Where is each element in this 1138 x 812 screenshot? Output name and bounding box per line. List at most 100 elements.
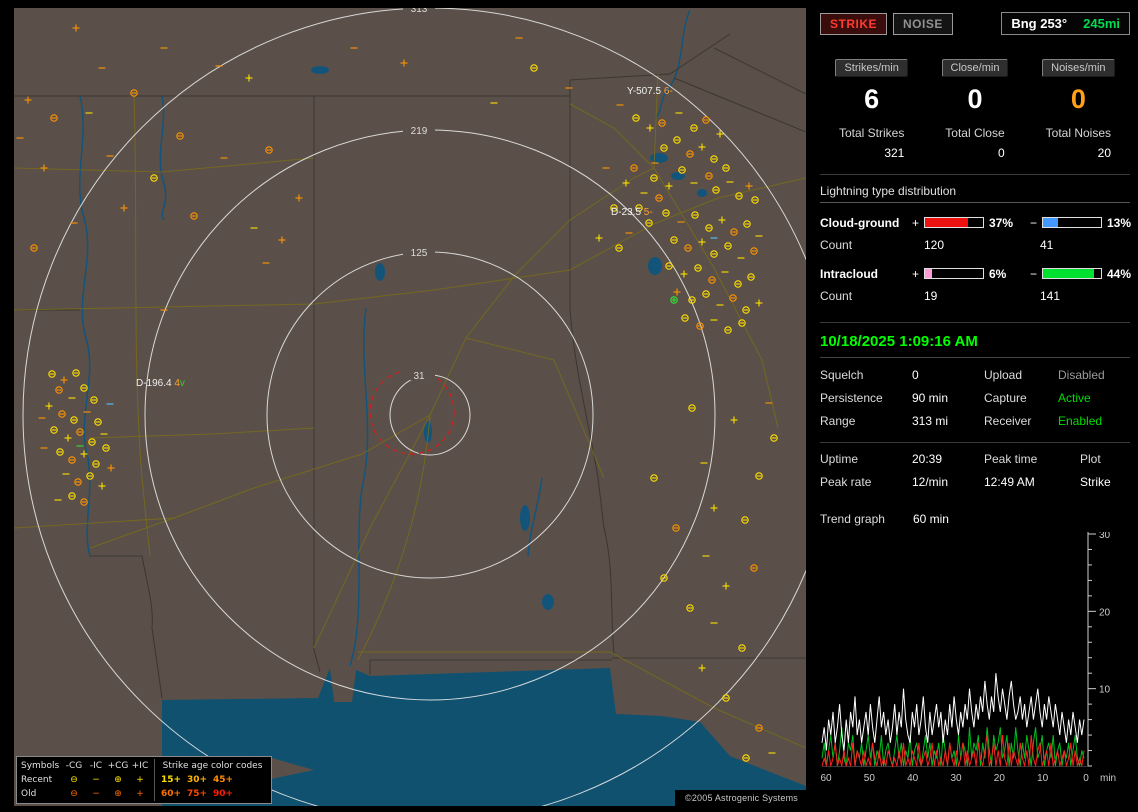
- legend-col-cg-neg: -CG: [65, 761, 83, 771]
- count-label: Count: [820, 289, 853, 303]
- plus-sign: +: [912, 266, 920, 281]
- total-strikes-value: 321: [884, 146, 905, 160]
- intracloud-label: Intracloud: [820, 266, 879, 281]
- intracloud-count-row: Count 19 141: [820, 284, 1130, 308]
- legend-strike-symbol: −: [92, 789, 100, 799]
- age-color-code: 45+: [212, 775, 234, 785]
- persistence-value: 90 min: [912, 391, 949, 405]
- range-ring-label: 31: [413, 371, 425, 382]
- trend-x-tick: 10: [1037, 773, 1049, 784]
- cg-positive-count: 120: [924, 238, 945, 252]
- upload-value: Disabled: [1058, 368, 1105, 382]
- noises-per-min-value: 0: [1070, 84, 1086, 114]
- legend-col-cg-pos: +CG: [107, 761, 129, 771]
- age-color-code: 75+: [186, 789, 208, 799]
- minus-sign: −: [1030, 215, 1038, 230]
- control-panel: STRIKE NOISE Bng 253° 245mi Strikes/min …: [812, 0, 1138, 812]
- trend-section: Trend graph 60 min 10 20 30 60 50 40 30 20 10 0 mi…: [820, 503, 1130, 791]
- legend-strike-symbol: −: [92, 775, 100, 785]
- legend-col-ic-neg: -IC: [89, 761, 103, 771]
- trend-x-tick: 0: [1083, 773, 1089, 784]
- legend-divider: [154, 759, 155, 773]
- trend-series-strikes: [821, 673, 1085, 751]
- ic-positive-count: 19: [924, 289, 938, 303]
- strike-mode-button[interactable]: STRIKE: [820, 12, 888, 35]
- legend-strike-symbol: ⊕: [114, 789, 122, 799]
- plot-value: Strike: [1080, 475, 1111, 489]
- total-close-label: Total Close: [945, 126, 1005, 140]
- uptime-label: Uptime: [820, 452, 859, 466]
- trend-graph-label: Trend graph: [820, 512, 885, 526]
- cg-negative-count: 41: [1040, 238, 1054, 252]
- range-value: 313 mi: [912, 414, 949, 428]
- uptime-section: Uptime 20:39 Peak time Plot Peak rate 12…: [820, 442, 1130, 489]
- legend-strike-symbol: +: [136, 775, 144, 785]
- age-color-code: 15+: [160, 775, 182, 785]
- trend-window-value: 60 min: [912, 512, 949, 526]
- status-grid: Squelch 0 Upload Disabled Persistence 90…: [820, 368, 1130, 428]
- legend-row: Recent ⊖ − ⊕ +15+ 30+ 45+: [21, 773, 267, 787]
- squelch-value: 0: [912, 368, 919, 382]
- bearing-display: Bng 253° 245mi: [1001, 12, 1130, 35]
- ic-positive-bar: [924, 268, 984, 279]
- range-ring-label: 125: [411, 248, 428, 259]
- cg-positive-percent: 37%: [989, 215, 1014, 230]
- capture-label: Capture: [984, 391, 1027, 405]
- trend-x-tick: 50: [864, 773, 876, 784]
- total-noises-label: Total Noises: [1045, 126, 1112, 140]
- map-legend: Symbols -CG -IC +CG +IC Strike age color…: [16, 756, 272, 804]
- minus-sign: −: [1030, 266, 1038, 281]
- range-ring-label: 313: [411, 8, 428, 15]
- capture-value: Active: [1058, 391, 1091, 405]
- distribution-title: Lightning type distribution: [820, 184, 1130, 203]
- range-label: Range: [820, 414, 856, 428]
- datetime-display: 10/18/2025 1:09:16 AM: [820, 332, 1130, 358]
- trend-x-tick: 40: [907, 773, 919, 784]
- trend-series-noises: [821, 727, 1085, 767]
- count-label: Count: [820, 238, 853, 252]
- peak-time-label: Peak time: [984, 452, 1038, 466]
- range-ring-label: 219: [411, 126, 428, 137]
- legend-col-ic-pos: +IC: [131, 761, 149, 771]
- receiver-value: Enabled: [1058, 414, 1103, 428]
- copyright-notice: ©2005 Astrogenic Systems: [675, 790, 806, 806]
- noises-per-min-button[interactable]: Noises/min: [1042, 59, 1115, 77]
- trend-x-tick: 30: [950, 773, 962, 784]
- uptime-value: 20:39: [912, 452, 943, 466]
- ic-negative-bar: [1042, 268, 1102, 279]
- trend-y-tick: 10: [1099, 685, 1111, 696]
- close-per-min-button[interactable]: Close/min: [941, 59, 1009, 77]
- cg-negative-bar: [1042, 217, 1102, 228]
- close-per-min-value: 0: [967, 84, 983, 114]
- bearing-range: 245mi: [1083, 16, 1120, 31]
- app-window: 313 219 125 31 Y-507.5 6- D-23.5 5- D-196.4 4…: [0, 0, 1138, 812]
- trend-x-tick: 60: [820, 773, 832, 784]
- receiver-label: Receiver: [984, 414, 1032, 428]
- storm-cell-label: D-23.5 5-: [611, 207, 653, 218]
- legend-symbols-header: Symbols: [21, 761, 60, 771]
- ic-negative-percent: 44%: [1107, 266, 1132, 281]
- noises-column: Noises/min 0 Total Noises 20: [1027, 59, 1130, 160]
- peak-rate-value: 12/min: [912, 475, 949, 489]
- noise-mode-button[interactable]: NOISE: [893, 12, 953, 35]
- legend-strike-symbol: ⊕: [114, 775, 122, 785]
- cg-positive-bar: [924, 217, 984, 228]
- peak-rate-label: Peak rate: [820, 475, 872, 489]
- trend-graph: 10 20 30 60 50 40 30 20 10 0 min: [820, 530, 1116, 784]
- peak-time-value: 12:49 AM: [984, 475, 1035, 489]
- total-strikes-label: Total Strikes: [838, 126, 905, 140]
- legend-strike-symbol: ⊖: [70, 775, 78, 785]
- upload-label: Upload: [984, 368, 1023, 382]
- legend-strike-symbol: ⊖: [70, 789, 78, 799]
- strikes-per-min-button[interactable]: Strikes/min: [835, 59, 908, 77]
- plus-sign: +: [912, 215, 920, 230]
- trend-y-tick: 20: [1099, 607, 1111, 618]
- bearing-value: Bng 253°: [1011, 16, 1068, 31]
- mode-toolbar: STRIKE NOISE Bng 253° 245mi: [820, 12, 1130, 35]
- lightning-map[interactable]: 313 219 125 31 Y-507.5 6- D-23.5 5- D-196.4 4…: [14, 8, 806, 806]
- intracloud-row: Intracloud + 6% − 44%: [820, 263, 1131, 284]
- cloud-ground-row: Cloud-ground + 37% − 13%: [820, 212, 1131, 233]
- trend-x-tick: 20: [994, 773, 1006, 784]
- plot-label: Plot: [1080, 452, 1101, 466]
- legend-age-title: Strike age color codes: [162, 761, 263, 771]
